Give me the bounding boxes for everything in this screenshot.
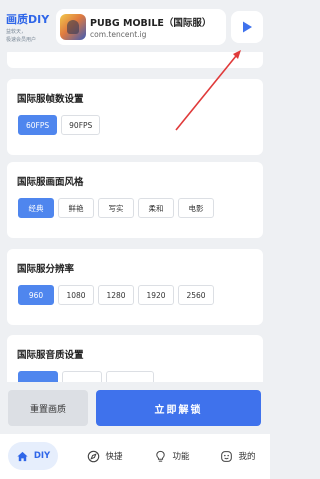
audio-settings-card: 国际服音质设置 xyxy=(7,335,263,382)
option-2560[interactable]: 2560 xyxy=(178,285,214,305)
nav-item-shortcut[interactable]: 快捷 xyxy=(80,442,130,470)
nav-item-mine[interactable]: 我的 xyxy=(213,442,263,470)
bottom-nav: DIY 快捷 功能 我的 xyxy=(0,434,270,479)
reset-quality-button[interactable]: 重置画质 xyxy=(8,390,88,426)
compass-icon xyxy=(87,450,100,463)
audio-option-2[interactable] xyxy=(62,371,102,382)
option-vivid[interactable]: 鲜艳 xyxy=(58,198,94,218)
action-bar: 重置画质 立即解锁 xyxy=(0,382,270,434)
audio-options xyxy=(18,371,154,382)
option-movie[interactable]: 电影 xyxy=(178,198,214,218)
unlock-now-button[interactable]: 立即解锁 xyxy=(96,390,261,426)
audio-settings-title: 国际服音质设置 xyxy=(17,350,84,361)
resolution-settings-card: 国际服分辨率 960 1080 1280 1920 2560 xyxy=(7,249,263,325)
style-settings-card: 国际服画面风格 经典 鲜艳 写实 柔和 电影 xyxy=(7,162,263,238)
pubg-app-icon xyxy=(60,14,86,40)
nav-label-shortcut: 快捷 xyxy=(105,452,123,462)
launch-game-button[interactable] xyxy=(231,11,263,43)
brand-subtitle-line1: 益软天， xyxy=(6,29,27,35)
settings-list[interactable]: 国际服帧数设置 60FPS 90FPS 国际服画面风格 经典 鲜艳 写实 柔和 … xyxy=(0,52,270,382)
option-classic[interactable]: 经典 xyxy=(18,198,54,218)
audio-option-3[interactable] xyxy=(106,371,154,382)
home-icon xyxy=(16,450,29,463)
style-options: 经典 鲜艳 写实 柔和 电影 xyxy=(18,198,214,218)
selected-app-card[interactable]: PUBG MOBILE（国际服） com.tencent.ig xyxy=(56,9,226,45)
option-soft[interactable]: 柔和 xyxy=(138,198,174,218)
fps-settings-title: 国际服帧数设置 xyxy=(17,94,84,105)
brand: 画质DIY 益软天， 极速会员用户 xyxy=(6,11,54,43)
settings-card-partial xyxy=(7,52,263,68)
option-1920[interactable]: 1920 xyxy=(138,285,174,305)
option-1280[interactable]: 1280 xyxy=(98,285,134,305)
fps-settings-card: 国际服帧数设置 60FPS 90FPS xyxy=(7,79,263,155)
audio-option-1[interactable] xyxy=(18,371,58,382)
bulb-icon xyxy=(154,450,167,463)
resolution-options: 960 1080 1280 1920 2560 xyxy=(18,285,214,305)
nav-item-diy[interactable]: DIY xyxy=(8,442,58,470)
option-960[interactable]: 960 xyxy=(18,285,54,305)
play-icon xyxy=(243,21,252,33)
app-header: 画质DIY 益软天， 极速会员用户 PUBG MOBILE（国际服） com.t… xyxy=(0,0,270,52)
option-60fps[interactable]: 60FPS xyxy=(18,115,58,135)
nav-label-mine: 我的 xyxy=(238,452,256,462)
option-90fps[interactable]: 90FPS xyxy=(61,115,101,135)
fps-options: 60FPS 90FPS xyxy=(18,115,101,135)
app-package: com.tencent.ig xyxy=(90,30,147,39)
nav-label-features: 功能 xyxy=(172,452,190,462)
brand-subtitle-line2: 极速会员用户 xyxy=(6,37,37,43)
option-realistic[interactable]: 写实 xyxy=(98,198,134,218)
style-settings-title: 国际服画面风格 xyxy=(17,177,84,188)
nav-item-features[interactable]: 功能 xyxy=(147,442,197,470)
nav-label-diy: DIY xyxy=(33,451,51,461)
resolution-settings-title: 国际服分辨率 xyxy=(17,264,75,275)
app-name: PUBG MOBILE（国际服） xyxy=(90,18,212,29)
option-1080[interactable]: 1080 xyxy=(58,285,94,305)
brand-title: 画质DIY xyxy=(6,13,50,26)
face-icon xyxy=(220,450,233,463)
